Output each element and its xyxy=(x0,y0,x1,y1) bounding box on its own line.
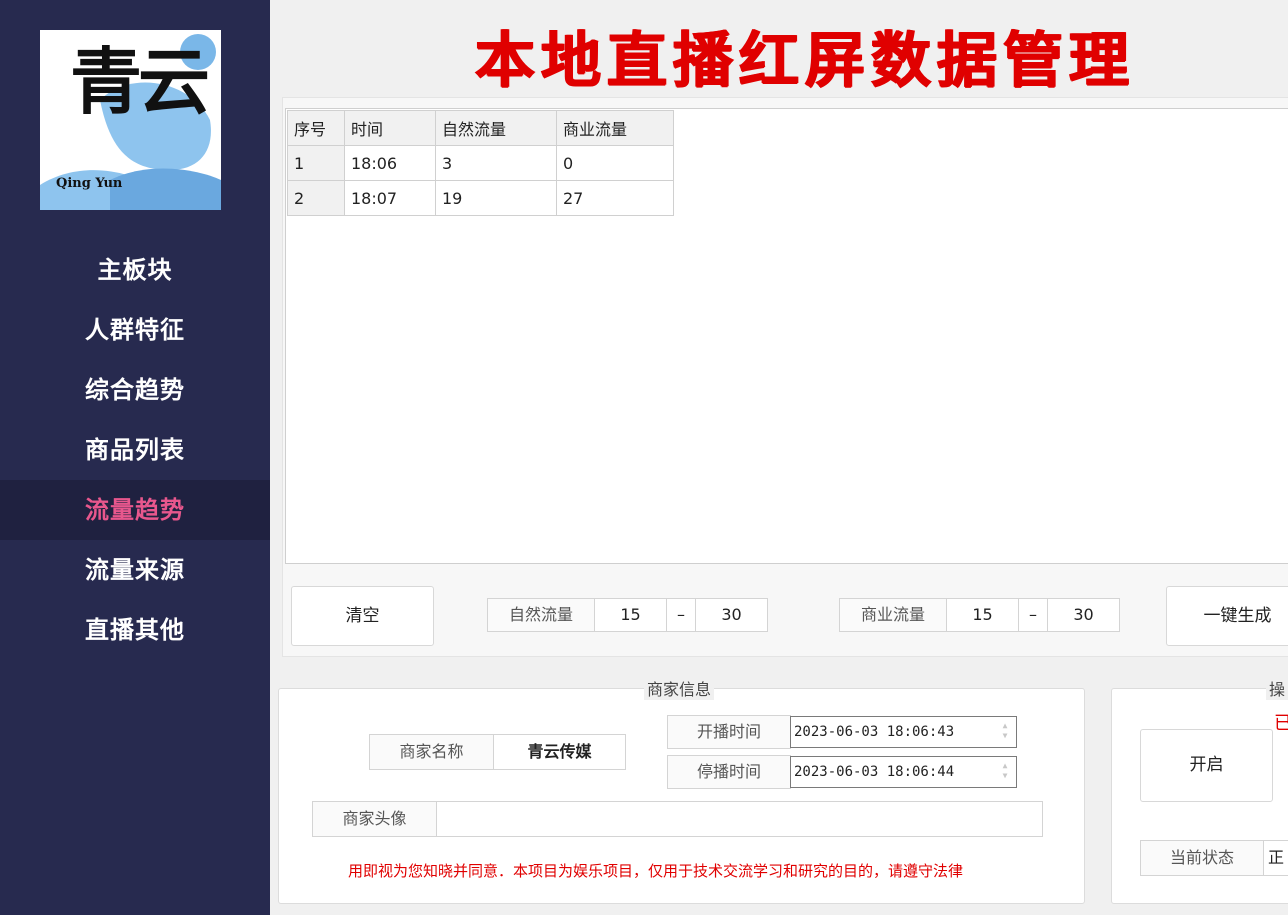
clear-button[interactable]: 清空 xyxy=(291,586,434,646)
sidebar-item-main[interactable]: 主板块 xyxy=(0,240,270,300)
table-cell[interactable]: 3 xyxy=(435,145,557,181)
operation-group-title: 操 xyxy=(1266,676,1288,700)
table-cell[interactable]: 1 xyxy=(287,145,345,181)
logo: 青云 Qing Yun xyxy=(40,30,221,210)
commercial-min-input[interactable]: 15 xyxy=(946,598,1019,632)
stop-time-input[interactable]: 2023-06-03 18:06:44 ▲ ▼ xyxy=(790,756,1017,788)
col-index[interactable]: 序号 xyxy=(287,110,345,146)
logo-subtitle: Qing Yun xyxy=(56,176,123,191)
generate-button[interactable]: 一键生成 xyxy=(1166,586,1288,646)
sidebar: 青云 Qing Yun 主板块 人群特征 综合趋势 商品列表 流量趋势 流量来源… xyxy=(0,0,270,915)
table-row[interactable]: 1 18:06 3 0 xyxy=(287,145,674,181)
merchant-name-label: 商家名称 xyxy=(369,734,494,770)
stop-time-label: 停播时间 xyxy=(667,755,791,789)
commercial-traffic-label: 商业流量 xyxy=(839,598,947,632)
operation-status-text: 已 xyxy=(1274,713,1288,734)
start-time-input[interactable]: 2023-06-03 18:06:43 ▲ ▼ xyxy=(790,716,1017,748)
data-panel: 序号 时间 自然流量 商业流量 1 18:06 3 0 2 18:07 19 2… xyxy=(282,97,1288,657)
merchant-info-title: 商家信息 xyxy=(644,676,715,700)
main-area: 本地直播红屏数据管理 序号 时间 自然流量 商业流量 1 18:06 3 0 2 xyxy=(270,0,1288,915)
start-time-label: 开播时间 xyxy=(667,715,791,749)
table-header-row: 序号 时间 自然流量 商业流量 xyxy=(287,110,674,146)
commercial-range-separator: – xyxy=(1018,598,1048,632)
page-title: 本地直播红屏数据管理 xyxy=(475,26,1135,96)
col-time[interactable]: 时间 xyxy=(344,110,436,146)
commercial-max-input[interactable]: 30 xyxy=(1047,598,1120,632)
table-cell[interactable]: 0 xyxy=(556,145,674,181)
data-table-area[interactable]: 序号 时间 自然流量 商业流量 1 18:06 3 0 2 18:07 19 2… xyxy=(285,108,1288,564)
logo-title: 青云 xyxy=(70,39,210,124)
col-commercial[interactable]: 商业流量 xyxy=(556,110,674,146)
current-status-value: 正 xyxy=(1263,840,1288,876)
sidebar-item-trend[interactable]: 综合趋势 xyxy=(0,360,270,420)
natural-max-input[interactable]: 30 xyxy=(695,598,768,632)
natural-min-input[interactable]: 15 xyxy=(594,598,667,632)
table-cell[interactable]: 18:06 xyxy=(344,145,436,181)
spinner-icon[interactable]: ▲ ▼ xyxy=(1000,721,1010,743)
sidebar-item-products[interactable]: 商品列表 xyxy=(0,420,270,480)
sidebar-nav: 主板块 人群特征 综合趋势 商品列表 流量趋势 流量来源 直播其他 xyxy=(0,240,270,660)
table-cell[interactable]: 27 xyxy=(556,180,674,216)
sidebar-item-other[interactable]: 直播其他 xyxy=(0,600,270,660)
table-cell[interactable]: 18:07 xyxy=(344,180,436,216)
sidebar-item-crowd[interactable]: 人群特征 xyxy=(0,300,270,360)
merchant-avatar-label: 商家头像 xyxy=(312,801,437,837)
current-status-label: 当前状态 xyxy=(1140,840,1264,876)
merchant-avatar-input[interactable] xyxy=(436,801,1043,837)
merchant-name-value[interactable]: 青云传媒 xyxy=(493,734,626,770)
col-natural[interactable]: 自然流量 xyxy=(435,110,557,146)
spinner-icon[interactable]: ▲ ▼ xyxy=(1000,761,1010,783)
natural-range-separator: – xyxy=(666,598,696,632)
sidebar-item-traffic-trend[interactable]: 流量趋势 xyxy=(0,480,270,540)
stop-time-value: 2023-06-03 18:06:44 xyxy=(794,764,955,780)
sidebar-item-traffic-source[interactable]: 流量来源 xyxy=(0,540,270,600)
table-row[interactable]: 2 18:07 19 27 xyxy=(287,180,674,216)
natural-traffic-label: 自然流量 xyxy=(487,598,595,632)
start-button[interactable]: 开启 xyxy=(1140,729,1273,802)
table-cell[interactable]: 2 xyxy=(287,180,345,216)
start-time-value: 2023-06-03 18:06:43 xyxy=(794,724,955,740)
table-cell[interactable]: 19 xyxy=(435,180,557,216)
disclaimer-text: 用即视为您知晓并同意．本项目为娱乐项目，仅用于技术交流学习和研究的目的，请遵守法… xyxy=(348,862,964,880)
data-table[interactable]: 序号 时间 自然流量 商业流量 1 18:06 3 0 2 18:07 19 2… xyxy=(287,110,674,216)
